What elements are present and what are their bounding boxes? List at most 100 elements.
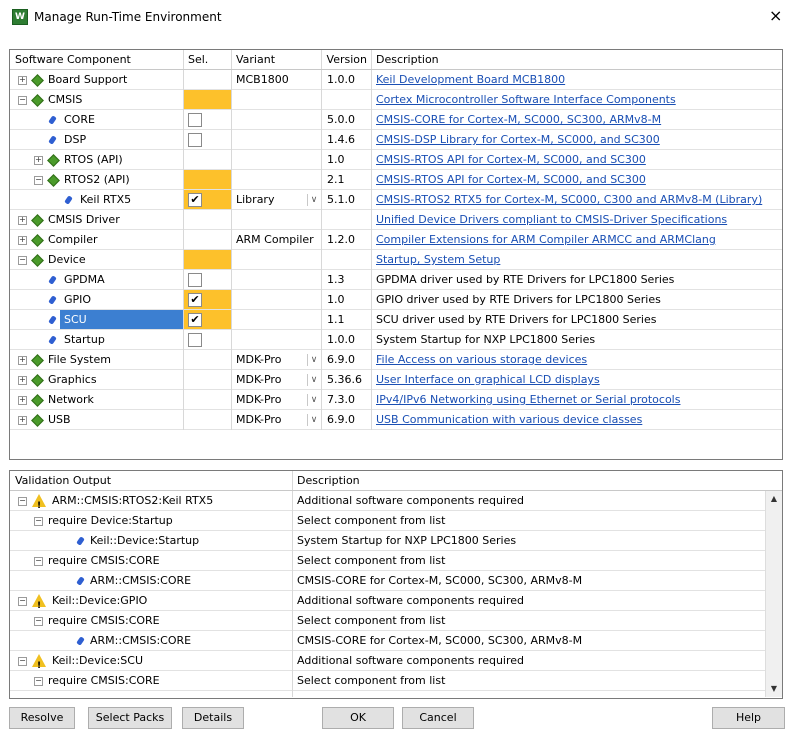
- chevron-down-icon[interactable]: ∨: [307, 374, 320, 386]
- validation-item-cell[interactable]: − require Device:Startup: [10, 511, 292, 531]
- scroll-up-icon[interactable]: ▲: [766, 491, 782, 507]
- component-row[interactable]: + CMSIS Driver Unified Device Drivers comp…: [10, 210, 782, 230]
- chevron-down-icon[interactable]: ∨: [307, 194, 320, 206]
- collapse-icon[interactable]: −: [34, 677, 43, 686]
- collapse-icon[interactable]: −: [34, 517, 43, 526]
- description-link[interactable]: IPv4/IPv6 Networking using Ethernet or S…: [371, 390, 776, 410]
- description-link[interactable]: Compiler Extensions for ARM Compiler ARM…: [371, 230, 776, 250]
- sel-cell[interactable]: ✔: [183, 310, 231, 330]
- description-link[interactable]: Unified Device Drivers compliant to CMSI…: [371, 210, 776, 230]
- component-name-cell[interactable]: SCU: [10, 310, 183, 330]
- sel-cell[interactable]: [183, 270, 231, 290]
- description-link[interactable]: User Interface on graphical LCD displays: [371, 370, 776, 390]
- component-name-cell[interactable]: − RTOS2 (API): [10, 170, 183, 190]
- validation-item-cell[interactable]: − Keil::Device:GPIO: [10, 591, 292, 611]
- component-name-cell[interactable]: − CMSIS: [10, 90, 183, 110]
- select-checkbox[interactable]: ✔: [188, 313, 202, 327]
- component-name-cell[interactable]: + Board Support: [10, 70, 183, 90]
- collapse-icon[interactable]: −: [34, 557, 43, 566]
- expand-icon[interactable]: +: [18, 416, 27, 425]
- validation-item-cell[interactable]: − require CMSIS:CORE: [10, 611, 292, 631]
- validation-row[interactable]: ARM::CMSIS:CORE CMSIS-CORE for Cortex-M, …: [10, 631, 782, 651]
- col-header-sel[interactable]: Sel.: [183, 50, 231, 69]
- component-name-cell[interactable]: CORE: [10, 110, 183, 130]
- component-name-cell[interactable]: + CMSIS Driver: [10, 210, 183, 230]
- component-name-cell[interactable]: GPIO: [10, 290, 183, 310]
- description-link[interactable]: Keil Development Board MCB1800: [371, 70, 776, 90]
- sel-cell[interactable]: ✔: [183, 190, 231, 210]
- component-row[interactable]: Keil RTX5 ✔ Library ∨ 5.1.0 CMSIS-RTOS2 RTX5 …: [10, 190, 782, 210]
- description-link[interactable]: File Access on various storage devices: [371, 350, 776, 370]
- component-row[interactable]: − Device Startup, System Setup: [10, 250, 782, 270]
- description-link[interactable]: USB Communication with various device cl…: [371, 410, 776, 430]
- select-checkbox[interactable]: [188, 333, 202, 347]
- component-name-cell[interactable]: + File System: [10, 350, 183, 370]
- component-row[interactable]: Startup 1.0.0 System Startup for NXP LPC18…: [10, 330, 782, 350]
- select-checkbox[interactable]: ✔: [188, 193, 202, 207]
- ok-button[interactable]: OK: [322, 707, 394, 729]
- collapse-icon[interactable]: −: [18, 497, 27, 506]
- select-checkbox[interactable]: [188, 273, 202, 287]
- sel-cell[interactable]: [183, 210, 231, 230]
- sel-cell[interactable]: [183, 110, 231, 130]
- sel-cell[interactable]: [183, 70, 231, 90]
- expand-icon[interactable]: +: [18, 236, 27, 245]
- validation-row[interactable]: ARM::CMSIS:CORE CMSIS-CORE for Cortex-M, …: [10, 571, 782, 591]
- validation-row[interactable]: − require Device:Startup Select component …: [10, 511, 782, 531]
- sel-cell[interactable]: [183, 150, 231, 170]
- sel-cell[interactable]: ✔: [183, 290, 231, 310]
- sel-cell[interactable]: [183, 250, 231, 270]
- validation-item-cell[interactable]: − ARM::CMSIS:RTOS2:Keil RTX5: [10, 491, 292, 511]
- select-checkbox[interactable]: ✔: [188, 293, 202, 307]
- select-checkbox[interactable]: [188, 133, 202, 147]
- sel-cell[interactable]: [183, 230, 231, 250]
- component-name-cell[interactable]: + USB: [10, 410, 183, 430]
- description-link[interactable]: CMSIS-CORE for Cortex-M, SC000, SC300, A…: [371, 110, 776, 130]
- component-name-cell[interactable]: DSP: [10, 130, 183, 150]
- expand-icon[interactable]: +: [18, 396, 27, 405]
- component-row[interactable]: + File System MDK-Pro ∨ 6.9.0 File Access on …: [10, 350, 782, 370]
- select-checkbox[interactable]: [188, 113, 202, 127]
- validation-item-cell[interactable]: − Keil::Device:SCU: [10, 651, 292, 671]
- resolve-button[interactable]: Resolve: [9, 707, 75, 729]
- validation-row[interactable]: − require CMSIS:CORE Select component from…: [10, 611, 782, 631]
- validation-row[interactable]: − ARM::CMSIS:RTOS2:Keil RTX5 Additional so…: [10, 491, 782, 511]
- component-row[interactable]: SCU ✔ 1.1 SCU driver used by RTE Drivers fo…: [10, 310, 782, 330]
- component-name-cell[interactable]: Startup: [10, 330, 183, 350]
- sel-cell[interactable]: [183, 90, 231, 110]
- collapse-icon[interactable]: −: [34, 176, 43, 185]
- validation-item-cell[interactable]: − require CMSIS:CORE: [10, 671, 292, 691]
- validation-row[interactable]: − Keil::Device:SCU Additional software com…: [10, 651, 782, 671]
- col-header-validation-description[interactable]: Description: [292, 471, 762, 490]
- collapse-icon[interactable]: −: [34, 617, 43, 626]
- sel-cell[interactable]: [183, 170, 231, 190]
- close-icon[interactable]: ×: [769, 6, 785, 25]
- component-name-cell[interactable]: + Compiler: [10, 230, 183, 250]
- component-row[interactable]: + Network MDK-Pro ∨ 7.3.0 IPv4/IPv6 Networkin…: [10, 390, 782, 410]
- variant-cell[interactable]: MDK-Pro ∨: [231, 350, 321, 370]
- validation-item-cell[interactable]: Keil::Device:Startup: [10, 531, 292, 551]
- component-row[interactable]: + Board Support MCB1800 1.0.0 Keil Developme…: [10, 70, 782, 90]
- component-name-cell[interactable]: GPDMA: [10, 270, 183, 290]
- validation-item-cell[interactable]: ARM::CMSIS:CORE: [10, 571, 292, 591]
- validation-item-cell[interactable]: − require CMSIS:CORE: [10, 551, 292, 571]
- expand-icon[interactable]: +: [34, 156, 43, 165]
- component-row[interactable]: GPDMA 1.3 GPDMA driver used by RTE Drivers…: [10, 270, 782, 290]
- description-link[interactable]: Cortex Microcontroller Software Interfac…: [371, 90, 776, 110]
- sel-cell[interactable]: [183, 410, 231, 430]
- scroll-down-icon[interactable]: ▼: [766, 681, 782, 697]
- description-link[interactable]: Startup, System Setup: [371, 250, 776, 270]
- variant-cell[interactable]: MDK-Pro ∨: [231, 410, 321, 430]
- chevron-down-icon[interactable]: ∨: [307, 354, 320, 366]
- collapse-icon[interactable]: −: [18, 256, 27, 265]
- expand-icon[interactable]: +: [18, 216, 27, 225]
- description-link[interactable]: CMSIS-RTOS2 RTX5 for Cortex-M, SC000, C3…: [371, 190, 776, 210]
- component-row[interactable]: + USB MDK-Pro ∨ 6.9.0 USB Communication with …: [10, 410, 782, 430]
- component-row[interactable]: − CMSIS Cortex Microcontroller Software In…: [10, 90, 782, 110]
- validation-row[interactable]: Keil::Device:Startup System Startup for N…: [10, 531, 782, 551]
- component-row[interactable]: + Graphics MDK-Pro ∨ 5.36.6 User Interface on…: [10, 370, 782, 390]
- col-header-description[interactable]: Description: [371, 50, 771, 69]
- help-button[interactable]: Help: [712, 707, 785, 729]
- sel-cell[interactable]: [183, 330, 231, 350]
- col-header-variant[interactable]: Variant: [231, 50, 321, 69]
